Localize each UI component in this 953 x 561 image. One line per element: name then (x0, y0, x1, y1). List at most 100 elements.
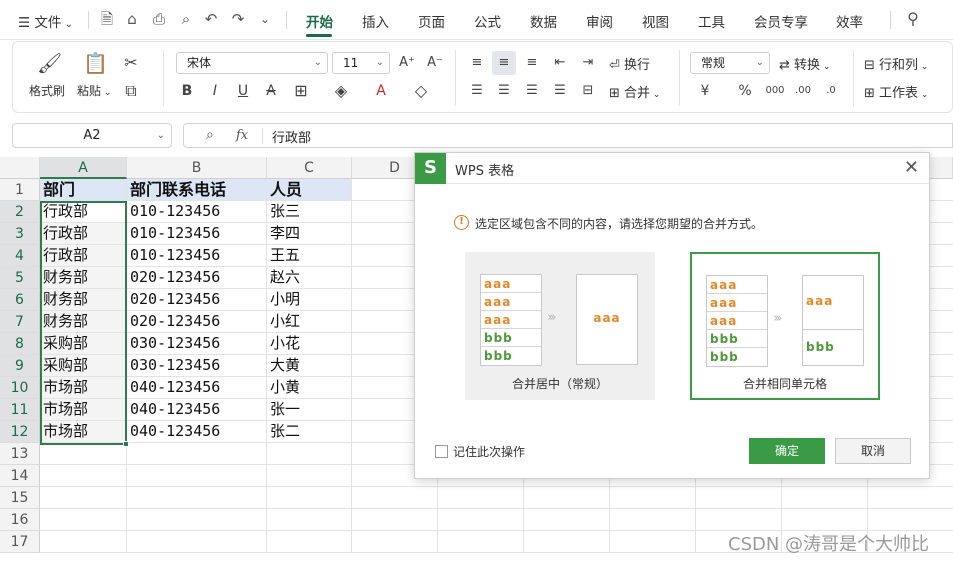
redo-icon[interactable]: ↷ (229, 10, 247, 28)
tab-page[interactable]: 页面 (418, 11, 445, 31)
cell[interactable]: 小花 (267, 333, 352, 355)
indent-increase-icon[interactable]: ⇥ (578, 54, 598, 72)
cell[interactable] (782, 509, 868, 531)
cell[interactable] (438, 509, 524, 531)
cell[interactable] (524, 487, 610, 509)
cell[interactable]: 小黄 (267, 377, 352, 399)
cell[interactable] (610, 487, 696, 509)
row-header[interactable]: 13 (0, 443, 40, 465)
italic-icon[interactable]: I (205, 82, 225, 100)
option-merge-same[interactable]: aaa aaa aaa bbb bbb ››› aaa bbb 合并相同单元格 (690, 252, 880, 400)
cell[interactable]: 030-123456 (127, 333, 267, 355)
column-header-c[interactable]: C (267, 157, 352, 179)
cell[interactable] (696, 487, 782, 509)
cell[interactable]: 部门联系电话 (127, 179, 267, 201)
strikethrough-icon[interactable]: A (261, 82, 281, 100)
fx-icon[interactable]: fx (236, 128, 248, 143)
column-header-b[interactable]: B (127, 157, 267, 179)
tab-view[interactable]: 视图 (642, 11, 669, 31)
tab-home[interactable]: 开始 (306, 11, 333, 31)
rows-cols-button[interactable]: ⊟ 行和列 ⌄ (864, 54, 928, 73)
tab-efficiency[interactable]: 效率 (836, 11, 863, 31)
row-header[interactable]: 17 (0, 531, 40, 553)
cell[interactable] (868, 487, 953, 509)
cell[interactable]: 财务部 (40, 311, 127, 333)
format-painter-icon[interactable]: 🖌 (37, 53, 62, 76)
paste-icon[interactable]: 📋 (83, 53, 108, 76)
row-header[interactable]: 5 (0, 267, 40, 289)
cell[interactable] (127, 487, 267, 509)
justify-icon[interactable]: ☰ (550, 82, 570, 100)
cell[interactable] (352, 487, 438, 509)
row-header[interactable]: 2 (0, 201, 40, 223)
tab-formula[interactable]: 公式 (474, 11, 501, 31)
cell[interactable]: 040-123456 (127, 399, 267, 421)
increase-decimal-icon[interactable]: .00 (793, 82, 813, 100)
clear-format-icon[interactable]: ◇ (411, 82, 431, 100)
cell[interactable]: 张三 (267, 201, 352, 223)
cell[interactable]: 王五 (267, 245, 352, 267)
link-icon[interactable]: ⌂ (123, 10, 141, 28)
cell[interactable]: 采购部 (40, 333, 127, 355)
cell[interactable] (524, 509, 610, 531)
row-header[interactable]: 4 (0, 245, 40, 267)
cell[interactable] (267, 509, 352, 531)
cell[interactable]: 李四 (267, 223, 352, 245)
cell[interactable] (127, 509, 267, 531)
percent-icon[interactable]: % (735, 82, 755, 100)
cancel-button[interactable]: 取消 (835, 438, 911, 464)
cell[interactable] (610, 509, 696, 531)
cell[interactable]: 010-123456 (127, 223, 267, 245)
cell[interactable] (352, 509, 438, 531)
font-name-select[interactable]: 宋体 ⌄ (176, 52, 328, 74)
row-header[interactable]: 7 (0, 311, 40, 333)
distributed-icon[interactable]: ⊟ (578, 82, 598, 100)
decrease-decimal-icon[interactable]: .0 (821, 82, 841, 100)
align-left-icon[interactable]: ☰ (467, 82, 487, 100)
cell[interactable]: 市场部 (40, 377, 127, 399)
cell[interactable]: 行政部 (40, 245, 127, 267)
cell[interactable] (267, 465, 352, 487)
tab-review[interactable]: 审阅 (586, 11, 613, 31)
cell[interactable] (610, 531, 696, 553)
align-middle-icon[interactable]: ≡ (494, 54, 514, 72)
cell[interactable] (40, 509, 127, 531)
select-all-corner[interactable] (0, 157, 40, 179)
format-painter-button[interactable]: 格式刷 (29, 82, 65, 99)
tab-data[interactable]: 数据 (530, 11, 557, 31)
row-header[interactable]: 6 (0, 289, 40, 311)
cell[interactable]: 030-123456 (127, 355, 267, 377)
cut-icon[interactable]: ✂ (121, 54, 141, 72)
convert-button[interactable]: ⇄ 转换 ⌄ (779, 54, 830, 73)
cell[interactable]: 市场部 (40, 421, 127, 443)
align-right-icon[interactable]: ☰ (522, 82, 542, 100)
cell[interactable] (40, 531, 127, 553)
cell[interactable]: 010-123456 (127, 245, 267, 267)
cell[interactable]: 市场部 (40, 399, 127, 421)
close-icon[interactable]: ✕ (904, 158, 919, 178)
cell[interactable]: 财务部 (40, 267, 127, 289)
fill-color-icon[interactable]: ◈ (331, 82, 351, 100)
decrease-font-icon[interactable]: A⁻ (425, 54, 445, 72)
cell[interactable]: 行政部 (40, 201, 127, 223)
row-header[interactable]: 10 (0, 377, 40, 399)
name-box[interactable]: A2 ⌄ (12, 123, 172, 148)
cell[interactable]: 行政部 (40, 223, 127, 245)
cell[interactable]: 张二 (267, 421, 352, 443)
undo-icon[interactable]: ↶ (202, 10, 220, 28)
row-header[interactable]: 11 (0, 399, 40, 421)
remember-checkbox[interactable] (435, 445, 448, 458)
cell[interactable]: 采购部 (40, 355, 127, 377)
row-header[interactable]: 12 (0, 421, 40, 443)
formula-bar[interactable]: ⌕ fx 行政部 (183, 123, 953, 148)
cell[interactable] (352, 531, 438, 553)
cell[interactable]: 大黄 (267, 355, 352, 377)
cell[interactable]: 040-123456 (127, 377, 267, 399)
font-size-select[interactable]: 11 ⌄ (332, 52, 390, 74)
cell[interactable] (267, 487, 352, 509)
cell[interactable]: 部门 (40, 179, 127, 201)
save-icon[interactable]: 🗎 (98, 10, 116, 28)
cell[interactable]: 010-123456 (127, 201, 267, 223)
cell[interactable] (127, 443, 267, 465)
cell[interactable] (267, 531, 352, 553)
